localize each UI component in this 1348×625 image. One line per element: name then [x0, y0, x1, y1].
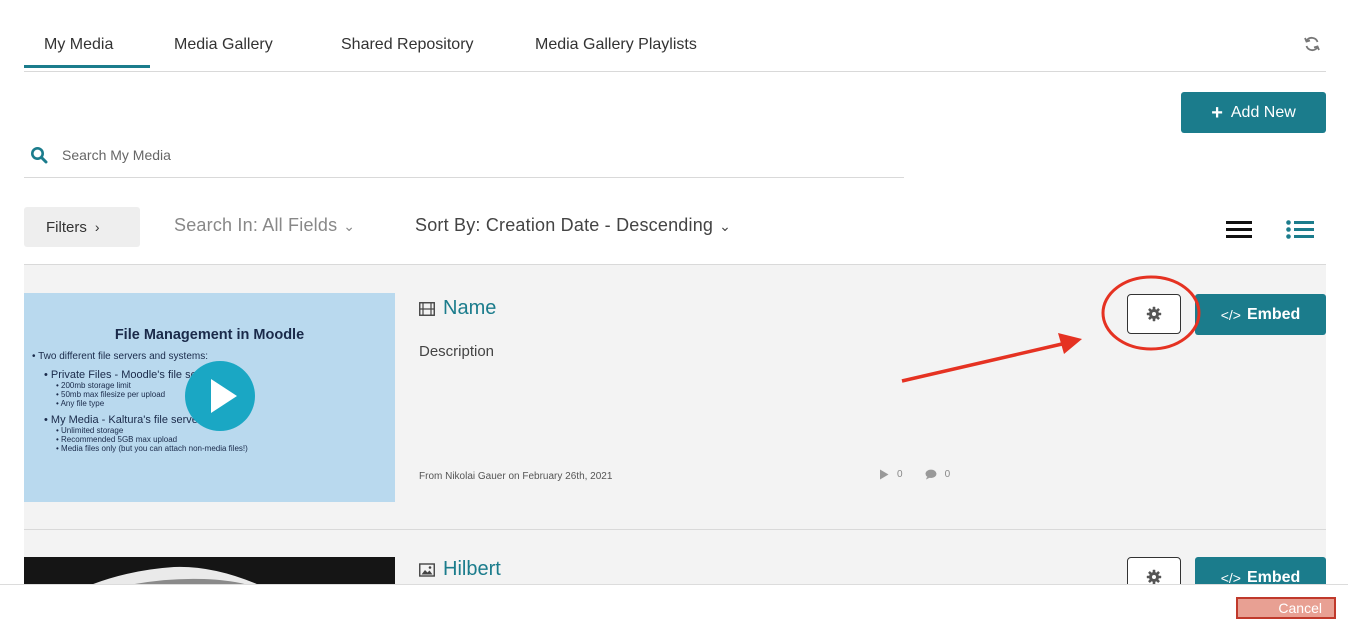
embed-label: Embed	[1246, 568, 1301, 585]
search-in-label: Search In: All Fields	[174, 215, 338, 235]
search-bar	[24, 134, 904, 178]
media-row: File Management in Moodle • Two differen…	[24, 264, 1326, 530]
search-input[interactable]	[62, 142, 882, 168]
comment-count: 0	[944, 469, 951, 480]
play-icon[interactable]	[185, 361, 255, 431]
embed-button[interactable]: </> Embed	[1195, 294, 1326, 335]
media-row: Hilbert </> Embed	[24, 530, 1326, 584]
comment-icon	[925, 469, 937, 480]
slide-line: • Media files only (but you can attach n…	[56, 444, 248, 453]
media-title-link[interactable]: Hilbert	[419, 558, 501, 581]
slide-line-text: Recommended 5GB max upload	[61, 435, 178, 444]
media-author-date: From Nikolai Gauer on February 26th, 202…	[419, 471, 613, 482]
media-description: Description	[419, 343, 495, 360]
gear-icon	[1146, 306, 1162, 322]
code-icon: </>	[1220, 306, 1241, 323]
slide-line-text: Any file type	[60, 399, 105, 408]
slide-line-text: My Media - Kaltura's file server	[50, 414, 202, 426]
media-title-link[interactable]: Name	[419, 297, 496, 320]
sort-by-dropdown[interactable]: Sort By: Creation Date - Descending ⌄	[415, 215, 731, 236]
clipped-heading	[24, 0, 924, 8]
add-new-label: Add New	[1230, 103, 1296, 121]
plus-icon: +	[1211, 101, 1223, 124]
media-stats: 0 0	[879, 469, 950, 480]
slide-line-text: 200mb storage limit	[61, 381, 131, 390]
slide-line-text: Unlimited storage	[61, 426, 124, 435]
list-view-icon[interactable]	[1226, 219, 1252, 239]
gear-icon	[1146, 569, 1162, 584]
detailed-view-icon[interactable]	[1286, 219, 1314, 239]
play-count-icon	[880, 469, 889, 480]
chevron-down-icon: ⌄	[719, 218, 732, 234]
search-icon[interactable]	[30, 146, 48, 164]
slide-title: File Management in Moodle	[114, 327, 305, 343]
refresh-icon[interactable]	[1302, 34, 1322, 54]
tab-media-gallery[interactable]: Media Gallery	[174, 36, 273, 54]
tab-media-gallery-playlists[interactable]: Media Gallery Playlists	[535, 36, 697, 54]
search-in-dropdown[interactable]: Search In: All Fields ⌄	[174, 215, 355, 236]
media-thumbnail[interactable]: File Management in Moodle • Two differen…	[24, 293, 395, 502]
play-count: 0	[897, 469, 903, 480]
tab-bar: My Media Media Gallery Shared Repository…	[24, 28, 1326, 72]
embed-label: Embed	[1246, 305, 1301, 323]
dialog-footer: Cancel	[0, 584, 1348, 625]
slide-line-text: Two different file servers and systems:	[38, 351, 208, 362]
cancel-button[interactable]: Cancel	[1236, 597, 1336, 619]
video-icon	[419, 301, 435, 316]
tab-shared-repository[interactable]: Shared Repository	[341, 36, 474, 54]
media-title: Name	[443, 297, 497, 319]
thumbnail-image	[24, 557, 395, 584]
filters-label: Filters	[46, 218, 87, 236]
chevron-down-icon: ⌄	[343, 218, 356, 234]
sort-by-label: Sort By: Creation Date - Descending	[415, 215, 714, 235]
media-thumbnail[interactable]	[24, 557, 395, 584]
tab-my-media[interactable]: My Media	[24, 36, 150, 68]
chevron-right-icon: ›	[94, 219, 100, 235]
code-icon: </>	[1220, 569, 1241, 585]
image-icon	[419, 562, 435, 577]
slide-line-text: 50mb max filesize per upload	[61, 390, 166, 399]
embed-button[interactable]: </> Embed	[1195, 557, 1326, 584]
settings-button[interactable]	[1127, 294, 1181, 334]
add-new-button[interactable]: + Add New	[1181, 92, 1326, 133]
slide-line: • Recommended 5GB max upload	[56, 435, 178, 444]
filters-button[interactable]: Filters ›	[24, 207, 140, 247]
media-title: Hilbert	[443, 558, 501, 580]
tab-my-media-label: My Media	[44, 36, 114, 53]
settings-button[interactable]	[1127, 557, 1181, 584]
slide-line-text: Media files only (but you can attach non…	[61, 444, 248, 453]
